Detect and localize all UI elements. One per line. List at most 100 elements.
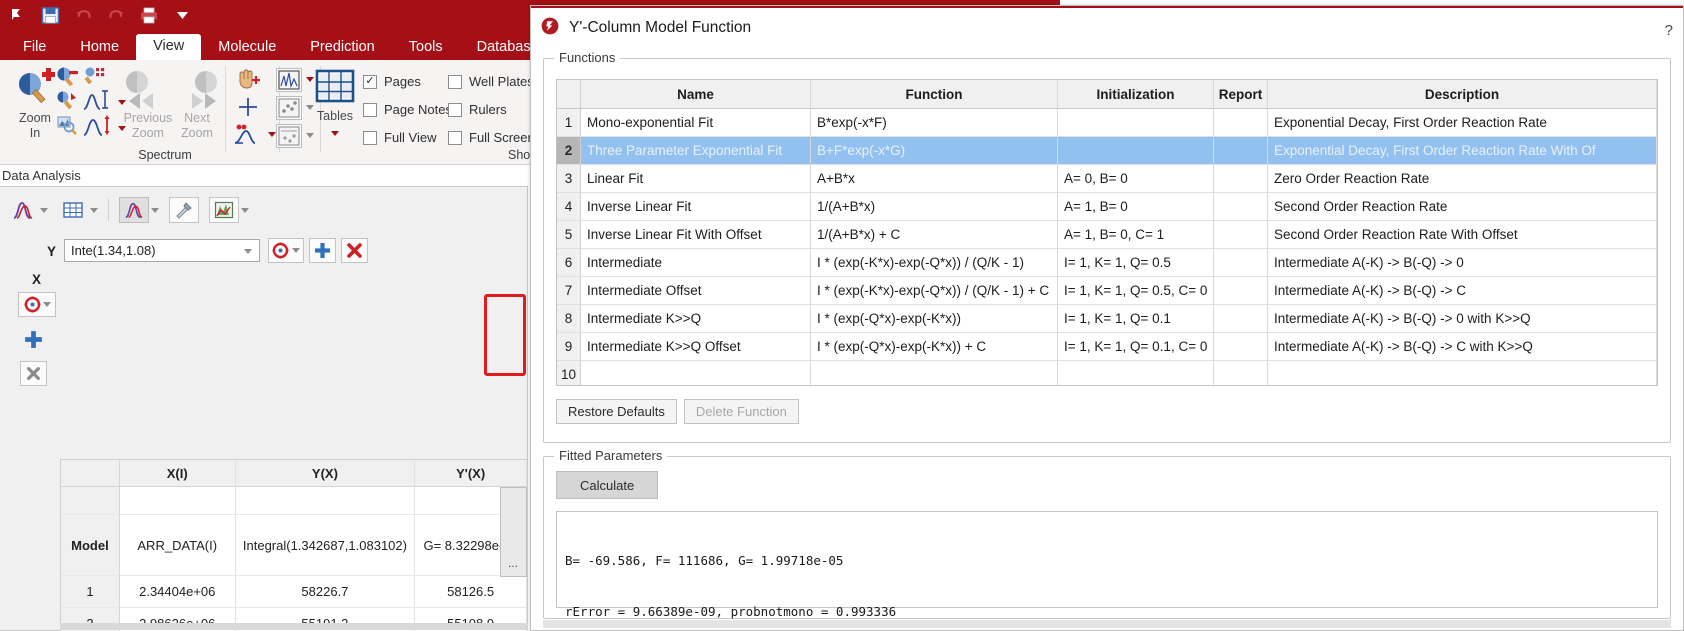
spectrum-tool-icon[interactable] (8, 197, 38, 223)
marker-icon[interactable] (6, 4, 28, 26)
help-icon[interactable]: ? (1665, 22, 1673, 39)
y-delete-button[interactable] (341, 238, 368, 263)
checkbox-well-plates[interactable]: Well Plates (448, 74, 534, 89)
row-description: Second Order Reaction Rate With Offset (1268, 221, 1657, 249)
grid-vertical-scrollbar[interactable]: ... (500, 487, 527, 577)
function-row[interactable]: 8 Intermediate K>>Q I * (exp(-Q*x)-exp(-… (557, 305, 1657, 333)
well-plates-checkbox-box[interactable] (448, 74, 462, 89)
zoom-region-icon[interactable] (84, 66, 106, 88)
function-row[interactable]: 3 Linear Fit A+B*x A= 0, B= 0 Zero Order… (557, 165, 1657, 193)
header-description: Description (1268, 80, 1657, 109)
row-name: Mono-exponential Fit (581, 109, 811, 137)
table-row[interactable]: 1 2.34404e+06 58226.7 58126.5 (61, 576, 527, 608)
functions-table[interactable]: Name Function Initialization Report Desc… (556, 79, 1658, 386)
pan-icon[interactable] (236, 68, 260, 90)
row-function: I * (exp(-K*x)-exp(-Q*x)) / (Q/K - 1) + … (811, 277, 1058, 305)
ribbon-tab-file[interactable]: File (6, 35, 63, 61)
dialog-horizontal-scrollbar[interactable] (543, 620, 1671, 628)
row-index: 4 (557, 193, 581, 221)
fit-curve-dropdown-icon[interactable] (151, 207, 159, 213)
checkbox-page-notes[interactable]: Page Notes (363, 102, 452, 117)
zoom-select-icon[interactable] (56, 90, 78, 112)
row-index: 2 (557, 137, 581, 165)
checkbox-rulers[interactable]: Rulers (448, 102, 507, 117)
x-settings-button[interactable] (18, 292, 56, 317)
undo-icon[interactable] (72, 4, 94, 26)
previous-zoom-button[interactable]: Previous Zoom (116, 68, 180, 140)
x-delete-button[interactable] (20, 361, 47, 386)
grid-horizontal-scrollbar[interactable] (60, 623, 528, 630)
x-add-button[interactable] (20, 327, 47, 352)
y-column-combobox[interactable]: Inte(1.34,1.08) (64, 239, 260, 262)
calculate-button[interactable]: Calculate (556, 471, 659, 499)
checkbox-pages[interactable]: ✓ Pages (363, 74, 421, 89)
row-name (581, 361, 811, 385)
save-icon[interactable] (39, 4, 61, 26)
redo-icon[interactable] (105, 4, 127, 26)
rulers-checkbox-box[interactable] (448, 102, 462, 117)
function-row-selected[interactable]: 2 Three Parameter Exponential Fit B+F*ex… (557, 137, 1657, 165)
restore-defaults-button[interactable]: Restore Defaults (556, 399, 677, 424)
checkbox-full-screen[interactable]: Full Screen (448, 130, 535, 145)
function-row[interactable]: 1 Mono-exponential Fit B*exp(-x*F) Expon… (557, 109, 1657, 137)
row-init: I= 1, K= 1, Q= 0.5, C= 0 (1058, 277, 1214, 305)
peak-intensity-icon[interactable] (82, 88, 116, 110)
scatter-view-icon[interactable] (276, 96, 302, 120)
table-tool-dropdown-icon[interactable] (90, 207, 98, 213)
multi-peak-dropdown-icon[interactable] (268, 132, 276, 137)
grid-header-row: X(I) Y(X) Y'(X) (61, 460, 527, 487)
function-row[interactable]: 6 Intermediate I * (exp(-K*x)-exp(-Q*x))… (557, 249, 1657, 277)
fitted-parameters-output[interactable]: B= -69.586, F= 111686, G= 1.99718e-05 rE… (556, 511, 1658, 619)
peak-shift-icon[interactable] (82, 114, 116, 136)
y-settings-button[interactable] (268, 238, 304, 263)
chart-overlay-icon[interactable] (209, 197, 239, 223)
fit-curve-tool-icon[interactable] (119, 197, 149, 223)
full-screen-label: Full Screen (469, 130, 535, 145)
full-screen-checkbox-box[interactable] (448, 130, 462, 145)
data-analysis-grid[interactable]: X(I) Y(X) Y'(X) Model ARR_DATA(I) Integr… (60, 459, 528, 631)
checkbox-full-view[interactable]: Full View (363, 130, 437, 145)
function-row[interactable]: 4 Inverse Linear Fit 1/(A+B*x) A= 1, B= … (557, 193, 1657, 221)
functions-table-header: Name Function Initialization Report Desc… (557, 80, 1657, 109)
y-column-value: Inte(1.34,1.08) (71, 243, 156, 258)
ribbon-tab-home[interactable]: Home (63, 35, 136, 61)
print-icon[interactable] (138, 4, 160, 26)
zoom-out-icon[interactable] (56, 66, 78, 88)
zoom-image-icon[interactable] (56, 115, 78, 137)
full-view-checkbox-box[interactable] (363, 130, 377, 145)
function-row[interactable]: 5 Inverse Linear Fit With Offset 1/(A+B*… (557, 221, 1657, 249)
spectrum-tool-dropdown-icon[interactable] (40, 207, 48, 213)
table-tool-icon[interactable] (58, 197, 88, 223)
next-zoom-button[interactable]: Next Zoom (172, 68, 222, 140)
customize-qat-icon[interactable] (171, 4, 193, 26)
y-add-button[interactable] (309, 238, 336, 263)
grid-model-row[interactable]: Model ARR_DATA(I) Integral(1.342687,1.08… (61, 515, 527, 576)
ribbon-tab-tools[interactable]: Tools (392, 35, 460, 61)
tables-dropdown-icon[interactable] (331, 131, 339, 136)
spectrum-view-icon[interactable] (276, 68, 302, 92)
settings-wrench-icon[interactable] (169, 197, 199, 223)
page-notes-checkbox-box[interactable] (363, 102, 377, 117)
ribbon-tab-molecule[interactable]: Molecule (201, 35, 293, 61)
x-settings-dropdown-icon[interactable] (42, 302, 51, 307)
function-row[interactable]: 7 Intermediate Offset I * (exp(-K*x)-exp… (557, 277, 1657, 305)
delete-function-button[interactable]: Delete Function (683, 399, 799, 424)
row-function: B+F*exp(-x*G) (811, 137, 1058, 165)
y-column-dropdown-icon[interactable] (244, 249, 252, 254)
stacked-view-icon[interactable] (276, 124, 302, 148)
spectrum-group-label: Spectrum (138, 148, 192, 162)
pages-checkbox-box[interactable]: ✓ (363, 74, 377, 89)
crosshair-icon[interactable] (236, 96, 258, 118)
grid-header-xi: X(I) (119, 460, 236, 487)
tables-button[interactable]: Tables (312, 68, 358, 141)
row-index: 9 (557, 333, 581, 361)
y-settings-dropdown-icon[interactable] (292, 248, 300, 253)
row-report (1214, 193, 1268, 221)
chart-overlay-dropdown-icon[interactable] (241, 207, 249, 213)
row-index: 6 (557, 249, 581, 277)
multi-peak-icon[interactable] (233, 122, 267, 144)
function-row[interactable]: 9 Intermediate K>>Q Offset I * (exp(-Q*x… (557, 333, 1657, 361)
ribbon-tab-view[interactable]: View (136, 33, 202, 60)
function-row-empty[interactable]: 10 (557, 361, 1657, 385)
ribbon-tab-prediction[interactable]: Prediction (293, 35, 391, 61)
